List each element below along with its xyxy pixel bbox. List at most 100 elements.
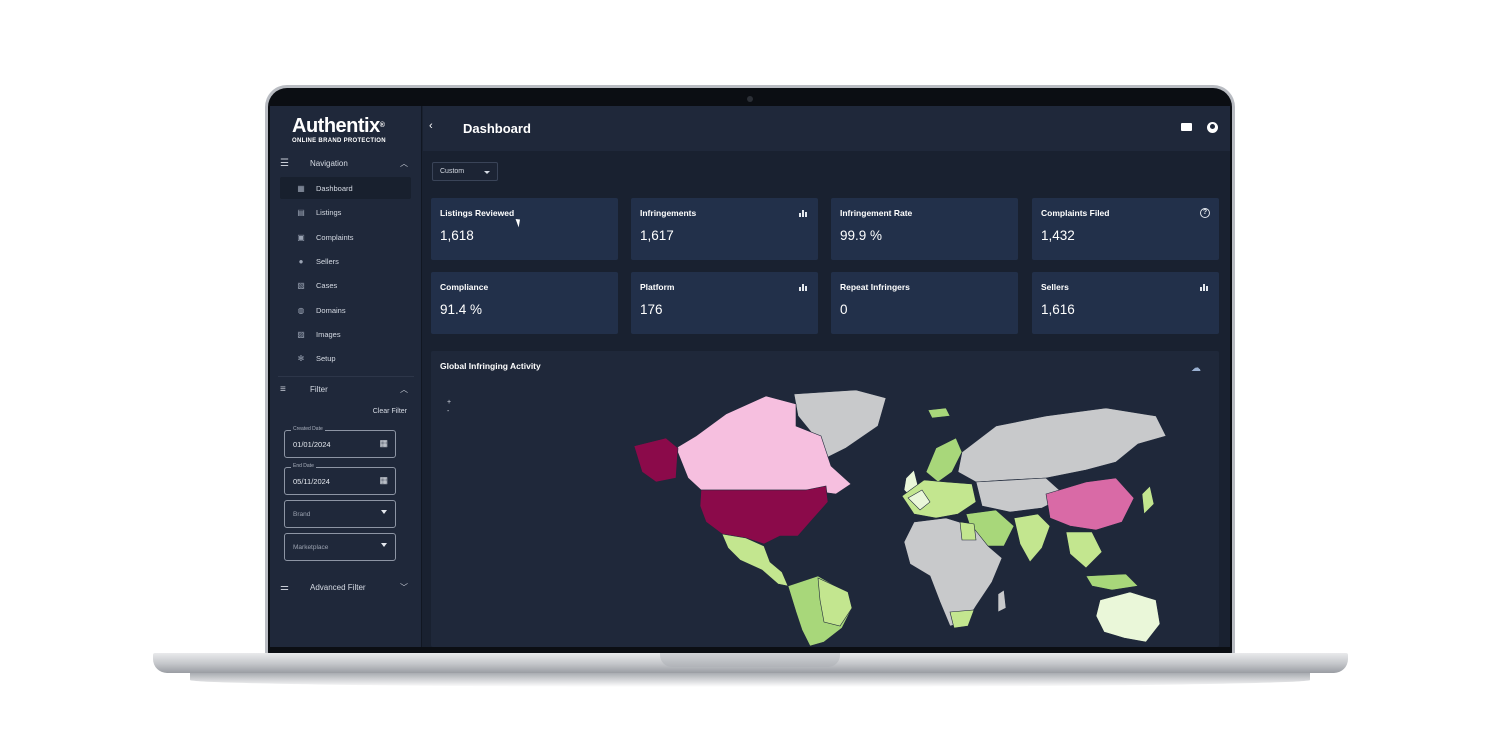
account-icon[interactable] — [1207, 122, 1218, 133]
region-madagascar — [997, 589, 1007, 613]
mail-icon[interactable] — [1181, 123, 1192, 131]
marketplace-select[interactable]: Marketplace — [284, 533, 396, 561]
card-value: 1,617 — [640, 228, 674, 243]
end-date-field[interactable]: End Date 05/11/2024 ▦ — [284, 463, 396, 495]
card-title: Infringements — [640, 208, 697, 218]
calendar-icon[interactable]: ▦ — [379, 438, 388, 449]
bar-chart-icon[interactable] — [799, 210, 807, 217]
caret-down-icon — [484, 171, 490, 174]
card-value: 1,432 — [1041, 228, 1075, 243]
logo-tagline: ONLINE BRAND PROTECTION — [292, 138, 386, 144]
chevron-up-icon: ︿ — [400, 384, 408, 394]
end-date-value: 05/11/2024 — [293, 477, 330, 486]
card-complaints-filed[interactable]: Complaints Filed 1,432 ? — [1032, 198, 1219, 260]
sidebar-item-complaints[interactable]: ▣ Complaints — [280, 226, 411, 248]
tune-icon: ⚌ — [280, 581, 289, 593]
region-india — [1013, 513, 1051, 563]
global-activity-map-panel: Global Infringing Activity ☁ + - — [431, 351, 1219, 647]
zoom-out-button[interactable]: - — [447, 408, 449, 415]
card-title: Infringement Rate — [840, 208, 913, 218]
laptop-shadow — [190, 673, 1310, 687]
gear-icon: ✻ — [297, 353, 305, 363]
sidebar-item-label: Cases — [316, 280, 338, 290]
created-date-value: 01/01/2024 — [293, 440, 331, 449]
card-sellers[interactable]: Sellers 1,616 — [1032, 272, 1219, 334]
logo-registered: ® — [379, 122, 385, 129]
region-southeast-asia — [1065, 531, 1103, 569]
card-infringement-rate[interactable]: Infringement Rate 99.9 % — [831, 198, 1018, 260]
sidebar-item-setup[interactable]: ✻ Setup — [280, 347, 411, 369]
filter-section-toggle[interactable]: ≡ Filter ︿ — [270, 378, 422, 400]
region-japan — [1141, 485, 1155, 515]
region-australia — [1095, 591, 1161, 643]
dashboard-icon: ▦ — [297, 183, 305, 193]
advanced-filter-toggle[interactable]: ⚌ Advanced Filter ﹀ — [270, 576, 422, 598]
sidebar-item-label: Images — [316, 329, 341, 339]
sidebar-item-sellers[interactable]: ● Sellers — [280, 250, 411, 272]
help-icon[interactable]: ? — [1200, 208, 1210, 218]
card-value: 99.9 % — [840, 228, 883, 243]
region-iceland — [927, 407, 951, 419]
sidebar-item-dashboard[interactable]: ▦ Dashboard — [280, 177, 411, 199]
listings-icon: ▤ — [297, 207, 305, 217]
cloud-download-icon[interactable]: ☁ — [1191, 363, 1201, 374]
zoom-in-button[interactable]: + — [447, 399, 451, 406]
card-compliance[interactable]: Compliance 91.4 % — [431, 272, 618, 334]
card-title: Repeat Infringers — [840, 282, 910, 292]
region-indonesia — [1085, 573, 1139, 591]
card-value: 0 — [840, 302, 848, 317]
map-title: Global Infringing Activity — [440, 361, 541, 371]
sidebar-item-label: Dashboard — [316, 183, 353, 193]
brand-placeholder: Brand — [293, 511, 311, 518]
bar-chart-icon[interactable] — [799, 284, 807, 291]
region-egypt — [959, 521, 977, 541]
filter-icon: ≡ — [280, 383, 286, 395]
images-icon: ▨ — [297, 329, 305, 339]
laptop-notch — [660, 653, 840, 667]
card-title: Sellers — [1041, 282, 1069, 292]
created-date-legend: Created Date — [291, 426, 325, 432]
created-date-field[interactable]: Created Date 01/01/2024 ▦ — [284, 426, 396, 458]
card-repeat-infringers[interactable]: Repeat Infringers 0 — [831, 272, 1018, 334]
page-title: Dashboard — [463, 121, 531, 136]
sidebar-item-domains[interactable]: ◍ Domains — [280, 299, 411, 321]
sidebar-item-label: Setup — [316, 353, 336, 363]
date-range-value: Custom — [440, 168, 465, 175]
divider — [278, 376, 414, 377]
date-range-select[interactable]: Custom — [432, 162, 498, 181]
region-usa — [699, 485, 829, 545]
world-map[interactable] — [526, 386, 1166, 646]
navigation-section-toggle[interactable]: ☰ Navigation ︿ — [270, 152, 422, 174]
end-date-legend: End Date — [291, 463, 316, 469]
sellers-icon: ● — [298, 256, 304, 266]
region-china — [1045, 477, 1135, 531]
chevron-down-icon: ﹀ — [400, 582, 408, 592]
brand-select[interactable]: Brand — [284, 500, 396, 528]
chevron-left-icon[interactable]: ‹ — [429, 120, 433, 132]
calendar-icon[interactable]: ▦ — [379, 475, 388, 486]
card-value: 1,616 — [1041, 302, 1075, 317]
camera-icon — [747, 96, 753, 102]
card-platform[interactable]: Platform 176 — [631, 272, 818, 334]
globe-icon: ◍ — [297, 305, 305, 315]
marketplace-placeholder: Marketplace — [293, 544, 329, 551]
menu-icon: ☰ — [280, 157, 289, 169]
card-listings-reviewed[interactable]: Listings Reviewed 1,618 — [431, 198, 618, 260]
app-screen: Authentix® ONLINE BRAND PROTECTION ☰ Nav… — [270, 106, 1230, 647]
clear-filter-link[interactable]: Clear Filter — [373, 408, 407, 415]
brand-logo[interactable]: Authentix® ONLINE BRAND PROTECTION — [292, 116, 402, 150]
sidebar-item-label: Domains — [316, 305, 346, 315]
logo-text: Authentix — [292, 115, 380, 137]
bar-chart-icon[interactable] — [1200, 284, 1208, 291]
sidebar-item-label: Sellers — [316, 256, 339, 266]
card-title: Complaints Filed — [1041, 208, 1110, 218]
region-alaska — [633, 437, 679, 483]
sidebar-item-images[interactable]: ▨ Images — [280, 323, 411, 345]
card-infringements[interactable]: Infringements 1,617 — [631, 198, 818, 260]
sidebar-item-listings[interactable]: ▤ Listings — [280, 201, 411, 223]
sidebar-item-cases[interactable]: ▧ Cases — [280, 274, 411, 296]
caret-down-icon — [381, 510, 387, 514]
region-scandinavia — [925, 437, 963, 483]
sidebar: Authentix® ONLINE BRAND PROTECTION ☰ Nav… — [270, 106, 422, 647]
advanced-filter-label: Advanced Filter — [310, 582, 366, 592]
